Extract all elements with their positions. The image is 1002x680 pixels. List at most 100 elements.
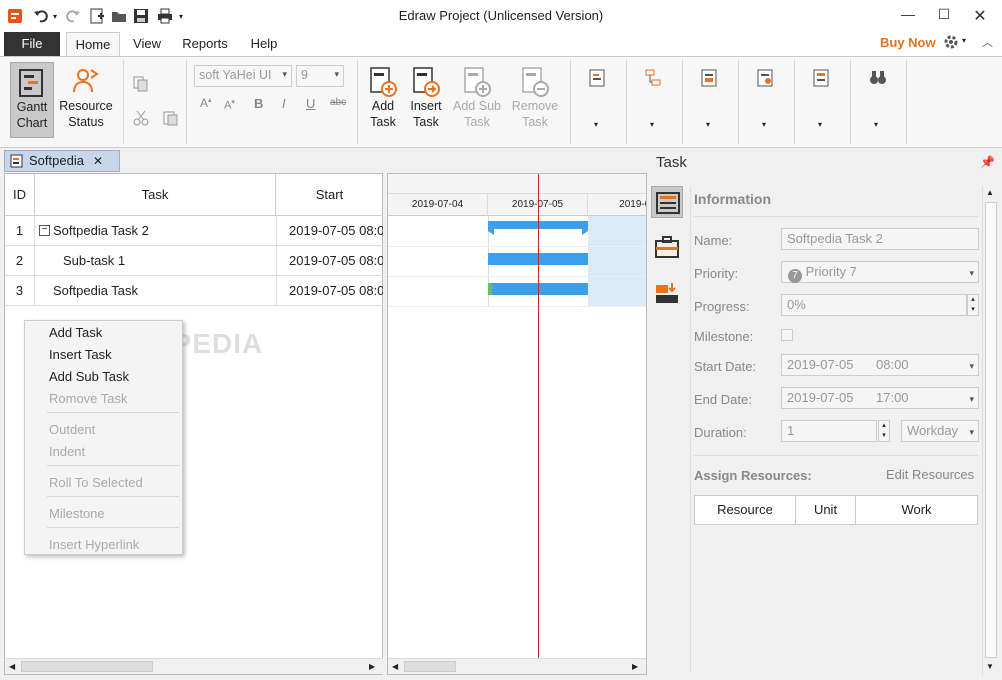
column-header-start[interactable]: Start	[276, 174, 383, 216]
settings-gear-icon[interactable]	[943, 34, 959, 50]
menu-item-outdent[interactable]: Outdent	[49, 422, 95, 437]
table-row[interactable]: 2 Sub-task 1 2019-07-05 08:00	[5, 246, 383, 276]
row-start[interactable]: 2019-07-05 08:00	[276, 246, 383, 276]
scroll-left-icon[interactable]: ◀	[9, 662, 15, 671]
ribbon-collapse-icon[interactable]: ︿	[982, 34, 993, 50]
settings-dropdown-icon[interactable]: ▾	[962, 36, 966, 45]
paste-icon[interactable]	[162, 110, 178, 126]
information-tab[interactable]	[651, 186, 683, 218]
copy-icon[interactable]	[133, 76, 149, 92]
scroll-down-icon[interactable]: ▼	[986, 662, 994, 671]
menu-item-add-sub-task[interactable]: Add Sub Task	[49, 369, 129, 384]
resource-status-button[interactable]: Resource Status	[58, 62, 114, 138]
panel-vertical-scrollbar[interactable]: ▲ ▼	[982, 186, 998, 676]
table-row[interactable]: 1 − Softpedia Task 2 2019-07-05 08:00	[5, 216, 383, 246]
scroll-right-icon[interactable]: ▶	[369, 662, 375, 671]
row-gridline	[388, 276, 646, 277]
column-header-resource[interactable]: Resource	[695, 496, 796, 524]
cut-icon[interactable]	[133, 110, 149, 126]
menu-separator	[47, 465, 179, 466]
italic-icon[interactable]: I	[282, 96, 286, 111]
task-info-button[interactable]: ▾	[700, 68, 722, 136]
tab-home[interactable]: Home	[66, 32, 120, 58]
scroll-up-icon[interactable]: ▲	[986, 188, 994, 197]
add-sub-label-2: Task	[464, 115, 490, 129]
row-start[interactable]: 2019-07-05 08:00	[276, 216, 383, 246]
strikethrough-icon[interactable]: abc	[330, 97, 346, 108]
menu-item-insert-task[interactable]: Insert Task	[49, 347, 112, 362]
progress-stepper[interactable]: ▴ ▾	[967, 294, 979, 316]
tab-reports[interactable]: Reports	[176, 32, 234, 56]
duration-stepper[interactable]: ▴ ▾	[878, 420, 890, 442]
remove-label-1: Remove	[511, 99, 559, 113]
edit-resources-link[interactable]: Edit Resources	[886, 467, 974, 482]
format-button[interactable]: ▾	[812, 68, 834, 136]
chart-horizontal-scrollbar[interactable]: ◀ ▶	[388, 658, 646, 674]
scrollbar-thumb[interactable]	[985, 202, 997, 658]
column-header-unit[interactable]: Unit	[796, 496, 856, 524]
maximize-icon[interactable]: ☐	[934, 6, 954, 26]
collapse-icon[interactable]: −	[39, 225, 50, 236]
scroll-right-icon[interactable]: ▶	[632, 662, 638, 671]
scroll-left-icon[interactable]: ◀	[392, 662, 398, 671]
menu-item-indent[interactable]: Indent	[49, 444, 85, 459]
hierarchy-button[interactable]: ▾	[644, 68, 666, 136]
row-task-name[interactable]: Sub-task 1	[63, 246, 275, 276]
minimize-icon[interactable]: —	[898, 6, 918, 26]
table-row[interactable]: 3 Softpedia Task 2019-07-05 08:00	[5, 276, 383, 306]
insert-task-button[interactable]: Insert Task	[406, 66, 446, 130]
note-button[interactable]: ▾	[756, 68, 778, 136]
row-start[interactable]: 2019-07-05 08:00	[276, 276, 383, 306]
add-sub-task-button[interactable]: Add Sub Task	[450, 66, 504, 130]
gantt-chart-button[interactable]: Gantt Chart	[10, 62, 54, 138]
resources-tab[interactable]	[654, 235, 680, 259]
document-icon	[10, 154, 23, 168]
file-menu[interactable]: File	[4, 32, 60, 56]
column-header-id[interactable]: ID	[5, 174, 35, 216]
scrollbar-thumb[interactable]	[21, 661, 153, 672]
remove-task-button[interactable]: Remove Task	[508, 66, 562, 130]
shrink-font-icon[interactable]: A▾	[224, 98, 235, 112]
row-task-name[interactable]: Softpedia Task 2	[53, 216, 275, 246]
underline-icon[interactable]: U	[306, 96, 315, 111]
column-header-task[interactable]: Task	[35, 174, 276, 216]
find-button[interactable]: ▾	[868, 68, 890, 136]
export-icon	[656, 283, 678, 303]
duration-unit-select[interactable]: Workday ▾	[901, 420, 979, 442]
bold-icon[interactable]: B	[254, 96, 263, 111]
remove-task-icon	[522, 67, 549, 97]
advanced-tab[interactable]	[654, 281, 680, 305]
ribbon-separator	[682, 60, 683, 144]
row-id: 2	[5, 246, 35, 276]
duration-field[interactable]: 1	[781, 420, 877, 442]
grow-font-icon[interactable]: A▴	[200, 96, 212, 110]
menu-item-insert-hyperlink[interactable]: Insert Hyperlink	[49, 537, 139, 552]
font-name-select[interactable]: soft YaHei UI ▾	[194, 65, 292, 87]
column-header-work[interactable]: Work	[856, 496, 977, 524]
tab-help[interactable]: Help	[244, 32, 284, 56]
scrollbar-thumb[interactable]	[404, 661, 456, 672]
menu-item-roll-to-selected[interactable]: Roll To Selected	[49, 475, 143, 490]
milestone-checkbox[interactable]	[781, 329, 793, 341]
menu-item-remove-task[interactable]: Romove Task	[49, 391, 128, 406]
end-date-field[interactable]: 2019-07-05 17:00 ▾	[781, 387, 979, 409]
menu-item-add-task[interactable]: Add Task	[49, 325, 102, 340]
priority-select[interactable]: 7 Priority 7 ▾	[781, 261, 979, 283]
close-icon[interactable]: ✕	[970, 6, 990, 26]
pin-icon[interactable]: 📌	[980, 155, 995, 169]
font-size-select[interactable]: 9 ▾	[296, 65, 344, 87]
grid-horizontal-scrollbar[interactable]: ◀ ▶	[5, 658, 383, 674]
menu-item-milestone[interactable]: Milestone	[49, 506, 105, 521]
buy-now-link[interactable]: Buy Now	[880, 35, 936, 50]
row-task-name[interactable]: Softpedia Task	[53, 276, 275, 306]
progress-field[interactable]: 0%	[781, 294, 967, 316]
link-tasks-button[interactable]: ▾	[588, 68, 610, 136]
panel-divider	[690, 186, 691, 672]
document-tab[interactable]: Softpedia ✕	[4, 150, 120, 172]
name-field[interactable]: Softpedia Task 2	[781, 228, 979, 250]
close-tab-icon[interactable]: ✕	[93, 151, 103, 171]
duration-value: 1	[787, 423, 795, 438]
add-task-button[interactable]: Add Task	[364, 66, 402, 130]
tab-view[interactable]: View	[128, 32, 166, 56]
start-date-field[interactable]: 2019-07-05 08:00 ▾	[781, 354, 979, 376]
